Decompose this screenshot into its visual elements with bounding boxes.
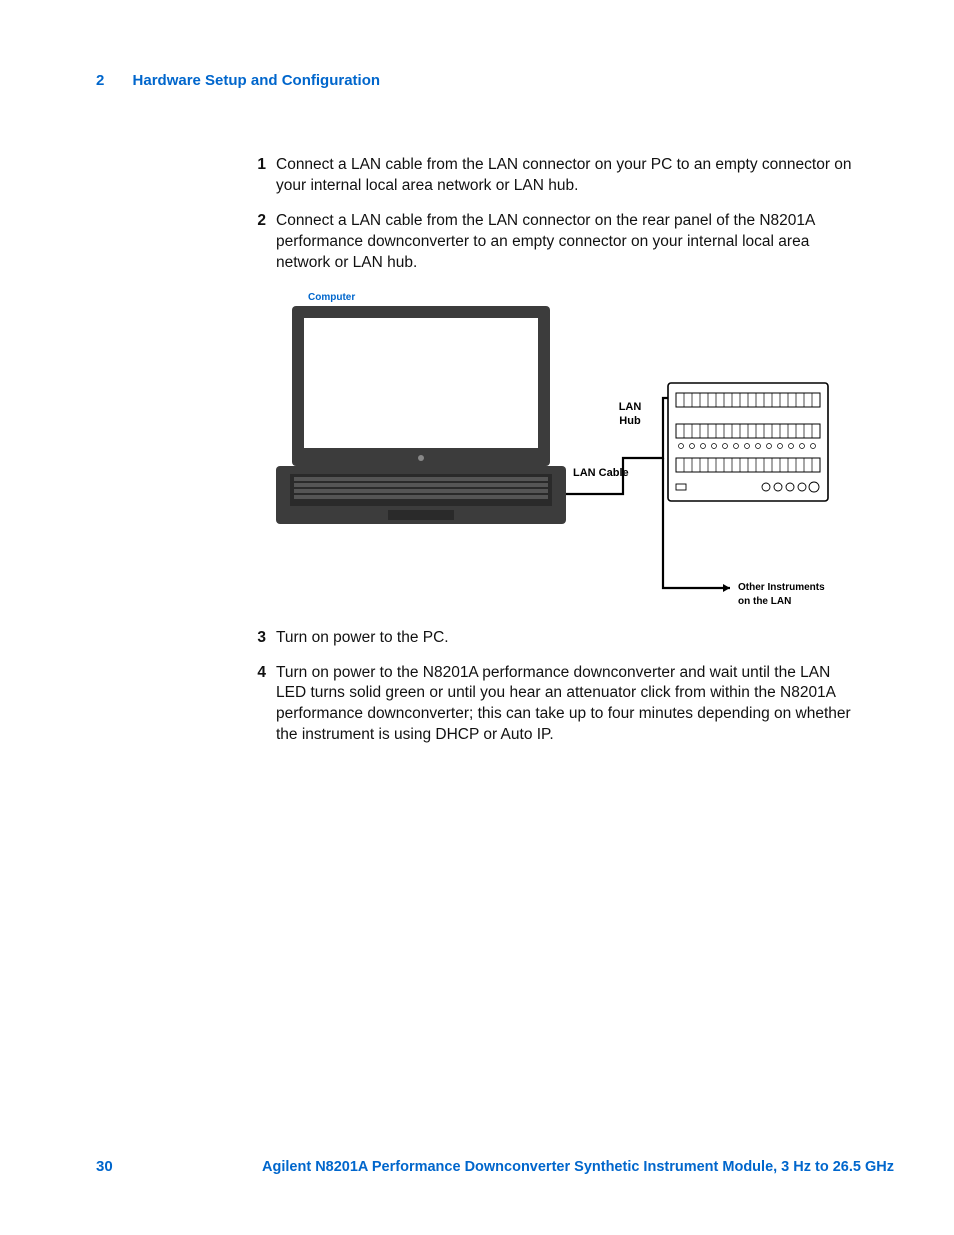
lan-cable-label: LAN Cable xyxy=(573,467,629,479)
footer-title: Agilent N8201A Performance Downconverter… xyxy=(262,1159,894,1175)
step-number: 2 xyxy=(238,211,276,274)
page-number: 30 xyxy=(96,1158,113,1175)
step-number: 1 xyxy=(238,155,276,197)
step-item: 1 Connect a LAN cable from the LAN conne… xyxy=(238,155,858,197)
computer-label: Computer xyxy=(308,292,355,303)
step-text: Connect a LAN cable from the LAN connect… xyxy=(276,155,858,197)
arrowhead-icon xyxy=(723,584,730,592)
step-item: 2 Connect a LAN cable from the LAN conne… xyxy=(238,211,858,274)
step-item: 4 Turn on power to the N8201A performanc… xyxy=(238,663,858,747)
lan-hub-label-line1: LAN xyxy=(619,401,642,413)
lan-hub-icon xyxy=(668,383,828,501)
other-instruments-label-line2: on the LAN xyxy=(738,596,791,607)
chapter-title: Hardware Setup and Configuration xyxy=(133,72,381,89)
step-number: 3 xyxy=(238,628,276,649)
step-text: Turn on power to the PC. xyxy=(276,628,858,649)
step-text: Connect a LAN cable from the LAN connect… xyxy=(276,211,858,274)
page-header: 2 Hardware Setup and Configuration xyxy=(96,72,894,89)
content-body: 1 Connect a LAN cable from the LAN conne… xyxy=(238,155,858,760)
page-footer: 30 Agilent N8201A Performance Downconver… xyxy=(96,1158,894,1175)
step-number: 4 xyxy=(238,663,276,747)
lan-cable-line xyxy=(566,398,668,494)
chapter-number: 2 xyxy=(96,72,104,89)
other-instruments-label-line1: Other Instruments xyxy=(738,582,825,593)
step-item: 3 Turn on power to the PC. xyxy=(238,628,858,649)
step-text: Turn on power to the N8201A performance … xyxy=(276,663,858,747)
laptop-icon xyxy=(276,306,566,524)
lan-hub-label-line2: Hub xyxy=(619,415,641,427)
lan-setup-diagram: Computer xyxy=(268,288,853,618)
